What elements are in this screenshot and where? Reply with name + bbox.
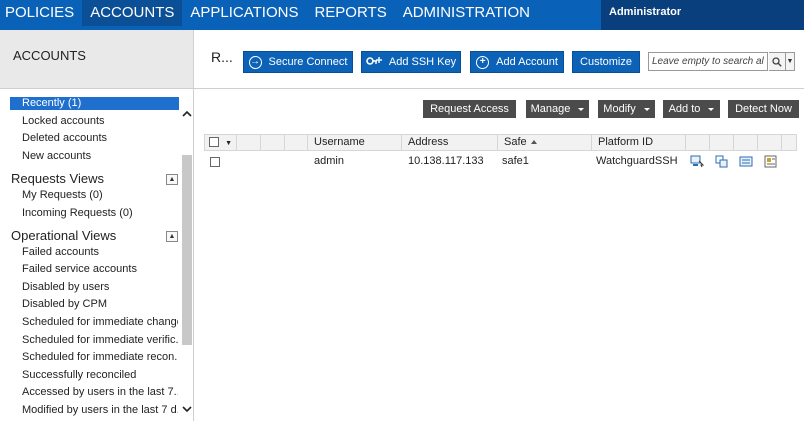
add-ssh-key-button[interactable]: Add SSH Key	[361, 51, 461, 73]
column-header-username[interactable]: Username	[307, 135, 401, 150]
requests-views-heading: Requests Views	[11, 171, 104, 186]
nav-administration[interactable]: ADMINISTRATION	[395, 0, 538, 26]
search-input[interactable]	[648, 52, 768, 71]
icon-col-header-3	[284, 135, 307, 150]
triangle-up-icon: ▲	[168, 233, 176, 240]
sidebar: Recently (1) Locked accounts Deleted acc…	[0, 89, 194, 421]
detect-now-label: Detect Now	[735, 103, 792, 115]
scroll-up-button[interactable]	[181, 107, 193, 119]
sidebar-scrollbar[interactable]	[181, 107, 193, 417]
cell-platform-id: WatchguardSSH	[596, 155, 678, 167]
icon-col-header-2	[260, 135, 284, 150]
sidebar-item-failed-service-accounts[interactable]: Failed service accounts	[22, 263, 178, 275]
operational-views-heading: Operational Views	[11, 228, 117, 243]
request-access-label: Request Access	[430, 103, 509, 115]
nav-applications[interactable]: APPLICATIONS	[182, 0, 306, 26]
caret-down-icon	[643, 107, 650, 111]
customize-button[interactable]: Customize	[572, 51, 640, 73]
sidebar-item-failed-accounts[interactable]: Failed accounts	[22, 246, 178, 258]
requests-views-collapse-button[interactable]: ▲	[166, 174, 178, 185]
sidebar-item-accessed-last-7[interactable]: Accessed by users in the last 7...	[22, 386, 178, 398]
user-menu[interactable]: Administrator	[601, 0, 804, 30]
request-access-button[interactable]: Request Access	[423, 100, 516, 118]
sidebar-item-deleted-accounts[interactable]: Deleted accounts	[22, 132, 178, 144]
icon-col-header-5	[709, 135, 733, 150]
show-password-icon[interactable]	[739, 155, 753, 168]
sidebar-item-new-accounts[interactable]: New accounts	[22, 150, 178, 162]
sidebar-item-scheduled-reconcile[interactable]: Scheduled for immediate recon...	[22, 351, 178, 363]
top-nav-bar: POLICIES ACCOUNTS APPLICATIONS REPORTS A…	[0, 0, 804, 30]
arrow-right-circle-icon: →	[248, 55, 262, 69]
plus-circle-icon: +	[476, 55, 490, 69]
nav-accounts[interactable]: ACCOUNTS	[82, 0, 183, 26]
left-header: ACCOUNTS	[0, 30, 194, 88]
sidebar-item-successfully-reconciled[interactable]: Successfully reconciled	[22, 369, 178, 381]
icon-col-header-8	[781, 135, 796, 150]
row-checkbox[interactable]	[210, 157, 220, 167]
operational-views-collapse-button[interactable]: ▲	[166, 231, 178, 242]
select-all-checkbox[interactable]	[209, 137, 219, 148]
main-content: Request Access Manage Modify Add to Dete…	[195, 89, 804, 421]
scroll-down-button[interactable]	[181, 403, 193, 415]
modify-label: Modify	[603, 103, 636, 115]
sidebar-item-incoming-requests[interactable]: Incoming Requests (0)	[22, 207, 178, 219]
chevron-down-icon	[182, 405, 192, 412]
customize-label: Customize	[580, 56, 632, 68]
add-ssh-key-label: Add SSH Key	[388, 56, 457, 68]
column-header-platform-id[interactable]: Platform ID	[591, 135, 685, 150]
cell-address: 10.138.117.133	[408, 155, 484, 167]
sidebar-item-my-requests[interactable]: My Requests (0)	[22, 189, 178, 201]
caret-down-icon	[708, 107, 715, 111]
sidebar-item-locked-accounts[interactable]: Locked accounts	[22, 115, 178, 127]
sidebar-item-scheduled-change[interactable]: Scheduled for immediate change	[22, 316, 178, 328]
page-title: R...	[211, 49, 233, 65]
toolbar: R... → Secure Connect Add SSH Key + Add …	[195, 30, 804, 88]
nav-reports[interactable]: REPORTS	[306, 0, 394, 26]
sort-ascending-icon	[530, 140, 537, 145]
icon-col-header-6	[733, 135, 757, 150]
cell-username[interactable]: admin	[314, 155, 344, 167]
copy-icon[interactable]	[715, 155, 729, 168]
secure-connect-button[interactable]: → Secure Connect	[243, 51, 353, 73]
triangle-up-icon: ▲	[168, 176, 176, 183]
nav-policies[interactable]: POLICIES	[0, 0, 82, 26]
details-icon[interactable]	[764, 155, 778, 168]
column-header-safe[interactable]: Safe	[497, 135, 591, 150]
search-options-dropdown[interactable]: ▼	[786, 52, 795, 71]
search-icon	[772, 56, 782, 67]
manage-dropdown-button[interactable]: Manage	[526, 100, 589, 118]
add-account-label: Add Account	[496, 56, 558, 68]
add-to-label: Add to	[668, 103, 701, 115]
section-title: ACCOUNTS	[13, 48, 86, 63]
chevron-up-icon	[182, 110, 192, 117]
scroll-thumb[interactable]	[182, 155, 192, 345]
search-button[interactable]	[769, 52, 786, 71]
key-plus-icon	[366, 55, 382, 70]
chevron-down-icon: ▼	[786, 58, 794, 65]
add-to-dropdown-button[interactable]: Add to	[663, 100, 720, 118]
icon-col-header-7	[757, 135, 781, 150]
secure-connect-label: Secure Connect	[268, 56, 348, 68]
sidebar-item-disabled-by-cpm[interactable]: Disabled by CPM	[22, 298, 178, 310]
chevron-down-icon[interactable]: ▼	[225, 140, 232, 147]
table-row[interactable]: admin 10.138.117.133 safe1 WatchguardSSH	[204, 152, 797, 170]
modify-dropdown-button[interactable]: Modify	[598, 100, 655, 118]
main-nav: POLICIES ACCOUNTS APPLICATIONS REPORTS A…	[0, 0, 538, 26]
select-all-header: ▼	[205, 135, 236, 150]
icon-col-header-1	[236, 135, 260, 150]
sidebar-item-scheduled-verification[interactable]: Scheduled for immediate verific...	[22, 334, 178, 346]
column-header-address[interactable]: Address	[401, 135, 497, 150]
caret-down-icon	[578, 107, 585, 111]
safe-header-label: Safe	[504, 136, 527, 148]
icon-col-header-4	[685, 135, 709, 150]
add-account-button[interactable]: + Add Account	[470, 51, 564, 73]
detect-now-button[interactable]: Detect Now	[728, 100, 799, 118]
cell-safe: safe1	[502, 155, 529, 167]
sidebar-item-modified-last-7[interactable]: Modified by users in the last 7 d...	[22, 404, 178, 416]
manage-label: Manage	[530, 103, 571, 115]
connect-icon[interactable]	[690, 155, 705, 168]
sidebar-item-disabled-by-users[interactable]: Disabled by users	[22, 281, 178, 293]
table-header: ▼ Username Address Safe Platform ID	[204, 134, 797, 151]
sidebar-item-recently[interactable]: Recently (1)	[10, 97, 179, 110]
